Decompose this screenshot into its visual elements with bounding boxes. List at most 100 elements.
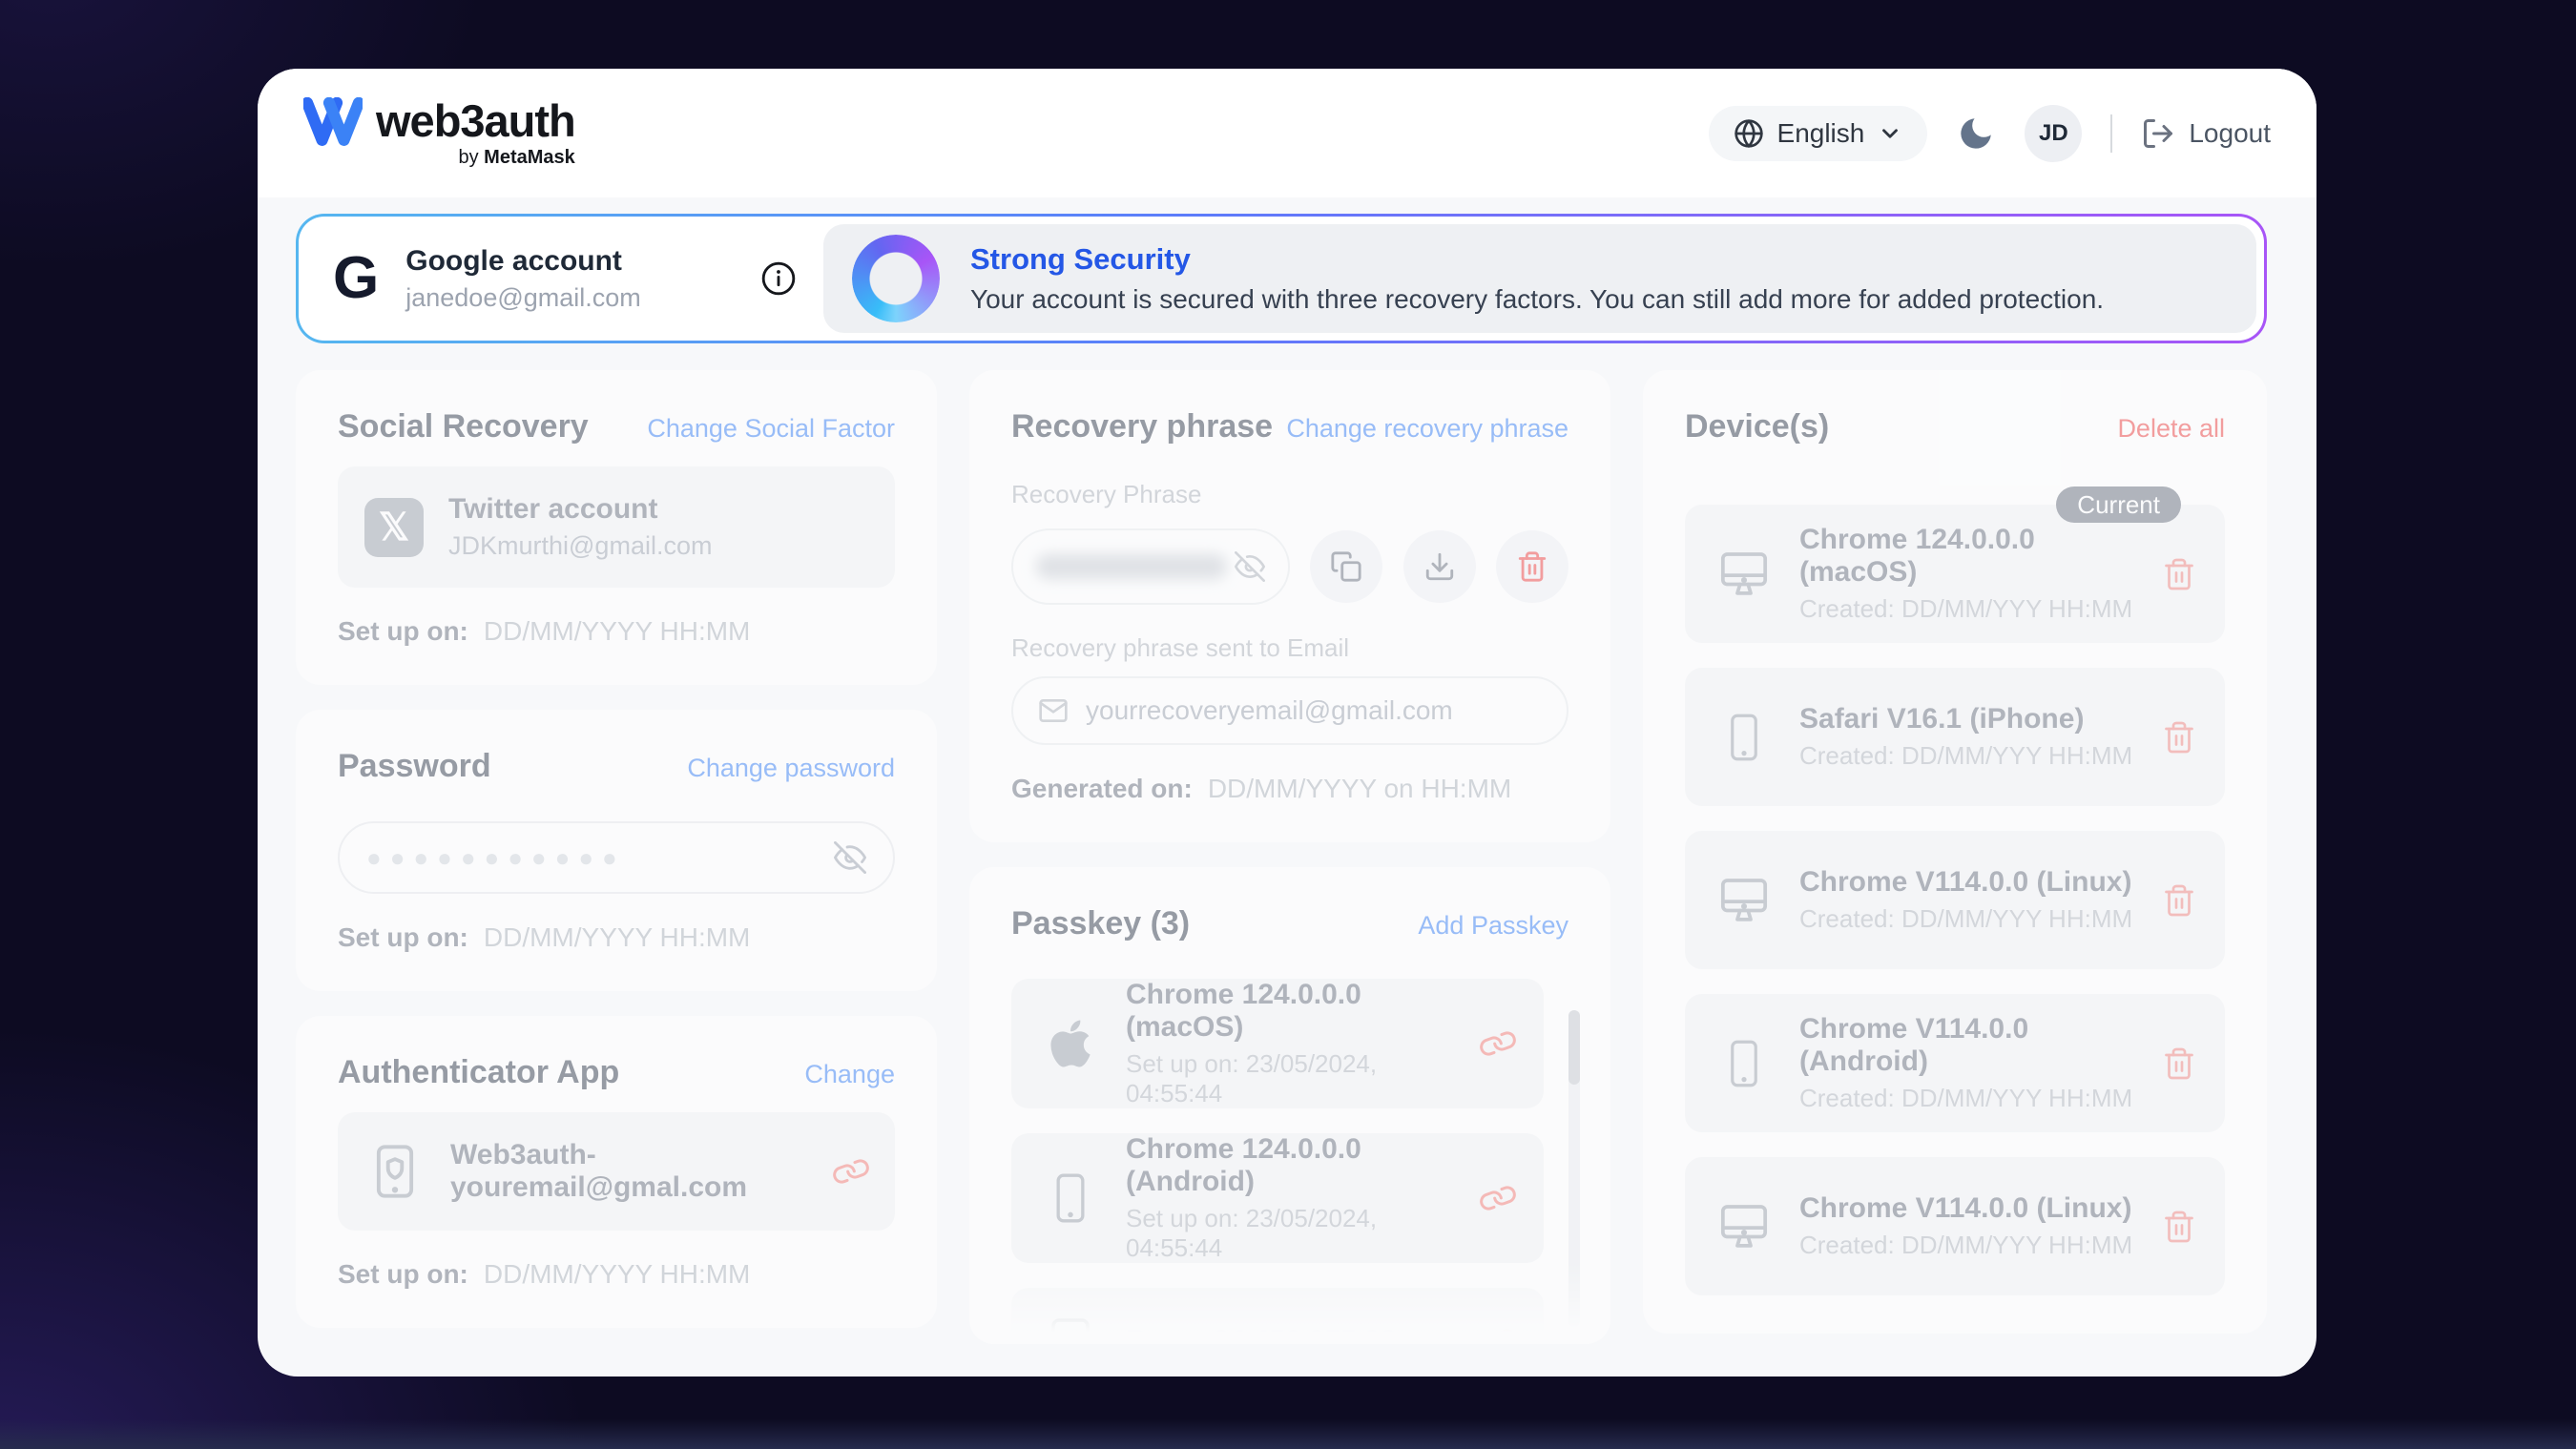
delete-phrase-button[interactable] [1496,530,1568,603]
recovery-phrase-field[interactable] [1011,528,1290,605]
security-level-title: Strong Security [970,242,2104,277]
setup-on-label: Set up on: [338,1259,468,1290]
social-recovery-title: Social Recovery [338,408,589,445]
x-twitter-icon: 𝕏 [364,498,424,557]
current-device-badge: Current [2056,486,2181,523]
authenticator-tile: Web3auth-youremail@gmal.com [338,1112,895,1231]
change-authenticator-link[interactable]: Change [804,1060,895,1089]
device-name: Safari V16.1 (iPhone) [1799,703,2132,735]
twitter-account-email: JDKmurthi@gmail.com [448,531,712,561]
setup-on-label: Set up on: [338,616,468,647]
masked-password: ●●●●●●●●●●● [366,845,626,870]
moon-icon [1956,114,1996,154]
delete-device-icon[interactable] [2162,720,2196,755]
device-detail: Created: DD/MM/YYY HH:MM [1799,1084,2137,1113]
security-gauge-icon [852,235,940,322]
recovery-phrase-card: Recovery phrase Change recovery phrase R… [969,370,1610,842]
web3auth-w-icon [303,97,363,147]
chevron-down-icon [1878,121,1902,146]
account-title: Google account [405,245,641,278]
passkey-card: Passkey (3) Add Passkey Chrome 124.0.0.0… [969,867,1610,1344]
device-row: Current Chrome 124.0.0.0 (macOS) Created… [1685,505,2225,643]
change-password-link[interactable]: Change password [687,754,895,783]
security-level-panel: Strong Security Your account is secured … [823,224,2256,333]
google-logo-icon: G [333,249,379,308]
device-detail: Created: DD/MM/YYY HH:MM [1799,1231,2132,1260]
header-divider [2110,114,2112,153]
language-selector[interactable]: English [1709,106,1928,161]
trash-icon [1516,550,1548,583]
social-recovery-card: Social Recovery Change Social Factor 𝕏 T… [296,370,937,685]
logout-label: Logout [2189,118,2271,149]
language-label: English [1777,118,1865,149]
logout-icon [2141,116,2175,151]
copy-icon [1330,550,1362,583]
setup-on-label: Set up on: [338,922,468,953]
top-header: web3auth by MetaMask English [258,69,2316,197]
generated-on-label: Generated on: [1011,774,1193,804]
device-list: Current Chrome 124.0.0.0 (macOS) Created… [1685,505,2225,1295]
passkey-list: Chrome 124.0.0.0 (macOS) Set up on: 23/0… [1011,979,1568,1344]
delete-device-icon[interactable] [2162,1046,2196,1081]
devices-card: Device(s) Delete all Current [1643,370,2267,1334]
device-detail: Created: DD/MM/YYY HH:MM [1799,904,2132,934]
passkey-name: Rome 24.456.355.98 [1126,1325,1397,1344]
info-icon[interactable] [760,260,797,297]
link-icon[interactable] [1481,1324,1515,1344]
recovery-email-label: Recovery phrase sent to Email [1011,633,1568,663]
copy-phrase-button[interactable] [1310,530,1382,603]
unlink-icon[interactable] [834,1154,868,1189]
recovery-email-value: yourrecoveryemail@gmail.com [1086,695,1453,726]
passkey-name: Chrome 124.0.0.0 (macOS) [1126,979,1456,1044]
passkey-scrollbar[interactable] [1568,1010,1580,1327]
devices-title: Device(s) [1685,408,1829,445]
security-level-description: Your account is secured with three recov… [970,284,2104,315]
password-field[interactable]: ●●●●●●●●●●● [338,821,895,894]
setup-on-value: DD/MM/YYYY HH:MM [484,616,751,647]
factors-grid: Social Recovery Change Social Factor 𝕏 T… [296,370,2267,1344]
passkey-row: Rome 24.456.355.98 [1011,1288,1544,1344]
eye-off-icon[interactable] [1235,551,1265,582]
recovery-phrase-title: Recovery phrase [1011,408,1273,445]
device-detail: Created: DD/MM/YYY HH:MM [1799,741,2132,771]
security-status-banner: G Google account janedoe@gmail.com Stron… [296,214,2267,343]
link-icon[interactable] [1481,1181,1515,1215]
user-avatar[interactable]: JD [2025,105,2082,162]
scrollbar-thumb[interactable] [1568,1010,1580,1085]
authenticator-card: Authenticator App Change Web3auth-yourem… [296,1016,937,1328]
device-name: Chrome V114.0.0 (Linux) [1799,866,2132,899]
change-social-factor-link[interactable]: Change Social Factor [647,414,895,444]
recovery-email-field[interactable]: yourrecoveryemail@gmail.com [1011,676,1568,745]
change-recovery-phrase-link[interactable]: Change recovery phrase [1286,414,1568,444]
apple-icon [1040,1017,1101,1070]
smartphone-icon [1714,710,1775,765]
tablet-icon [1040,1316,1101,1344]
passkey-row: Chrome 124.0.0.0 (macOS) Set up on: 23/0… [1011,979,1544,1108]
passkey-detail: Set up on: 23/05/2024, 04:55:44 [1126,1204,1456,1263]
passkey-name: Chrome 124.0.0.0 (Android) [1126,1133,1456,1198]
download-icon [1423,550,1456,583]
dark-mode-toggle[interactable] [1956,114,1996,154]
eye-off-icon[interactable] [834,841,866,874]
smartphone-icon [1040,1170,1101,1227]
device-row: Chrome V114.0.0 (Android) Created: DD/MM… [1685,994,2225,1132]
add-passkey-link[interactable]: Add Passkey [1418,911,1568,941]
monitor-icon [1714,1200,1775,1253]
app-window: web3auth by MetaMask English [258,69,2316,1377]
password-card: Password Change password ●●●●●●●●●●● [296,710,937,991]
logout-button[interactable]: Logout [2141,116,2271,151]
account-email: janedoe@gmail.com [405,283,641,313]
recovery-phrase-label: Recovery Phrase [1011,480,1568,509]
download-phrase-button[interactable] [1403,530,1476,603]
link-icon[interactable] [1481,1026,1515,1061]
brand-byline: by MetaMask [458,147,574,169]
connected-account: G Google account janedoe@gmail.com [299,217,823,341]
delete-all-link[interactable]: Delete all [2117,414,2225,444]
device-name: Chrome 124.0.0.0 (macOS) [1799,524,2137,589]
delete-device-icon[interactable] [2162,557,2196,591]
mail-icon [1038,695,1069,726]
delete-device-icon[interactable] [2162,1210,2196,1244]
delete-device-icon[interactable] [2162,883,2196,918]
monitor-icon [1714,874,1775,927]
smartphone-icon [1714,1036,1775,1091]
